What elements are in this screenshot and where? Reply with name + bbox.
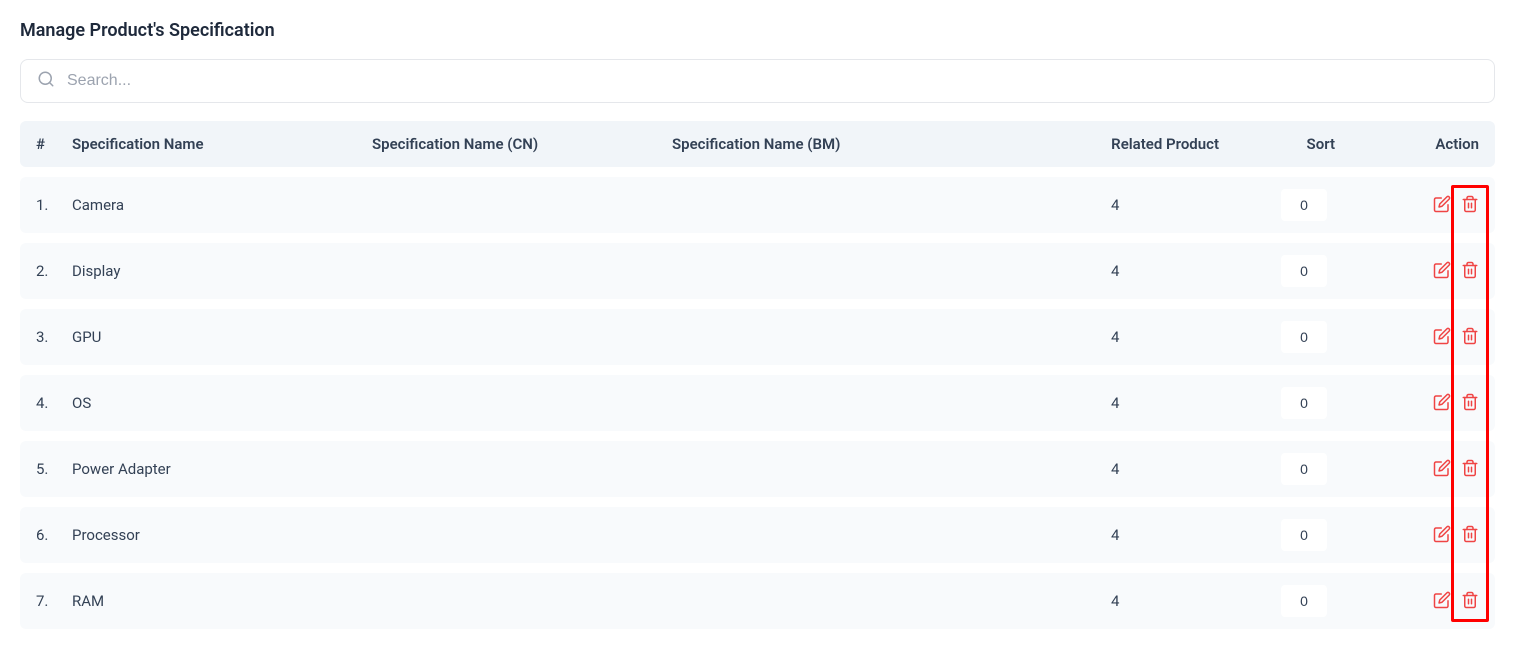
sort-input[interactable] <box>1281 387 1327 419</box>
delete-button[interactable] <box>1461 327 1479 348</box>
edit-button[interactable] <box>1433 459 1451 480</box>
row-index: 4. <box>36 394 72 412</box>
row-spec-name: OS <box>72 394 372 412</box>
trash-icon <box>1461 261 1479 282</box>
trash-icon <box>1461 591 1479 612</box>
delete-button[interactable] <box>1461 393 1479 414</box>
trash-icon <box>1461 195 1479 216</box>
edit-icon <box>1433 261 1451 282</box>
specification-table: # Specification Name Specification Name … <box>20 121 1495 629</box>
delete-button[interactable] <box>1461 459 1479 480</box>
col-header-sort: Sort <box>1219 135 1389 153</box>
row-related-product: 4 <box>1049 196 1219 214</box>
page-title: Manage Product's Specification <box>20 20 1495 41</box>
sort-input[interactable] <box>1281 453 1327 485</box>
sort-input[interactable] <box>1281 255 1327 287</box>
row-spec-name: Processor <box>72 526 372 544</box>
search-icon <box>37 70 55 92</box>
trash-icon <box>1461 393 1479 414</box>
edit-icon <box>1433 591 1451 612</box>
row-spec-name: GPU <box>72 328 372 346</box>
row-related-product: 4 <box>1049 394 1219 412</box>
delete-button[interactable] <box>1461 261 1479 282</box>
row-related-product: 4 <box>1049 460 1219 478</box>
delete-button[interactable] <box>1461 525 1479 546</box>
trash-icon <box>1461 525 1479 546</box>
trash-icon <box>1461 459 1479 480</box>
search-container <box>20 59 1495 103</box>
table-row: 4.OS 4 <box>20 375 1495 431</box>
col-header-name: Specification Name <box>72 135 372 153</box>
table-row: 2.Display 4 <box>20 243 1495 299</box>
row-index: 3. <box>36 328 72 346</box>
search-input[interactable] <box>67 72 1478 90</box>
edit-button[interactable] <box>1433 591 1451 612</box>
col-header-action: Action <box>1389 135 1479 153</box>
col-header-index: # <box>36 135 72 153</box>
row-index: 1. <box>36 196 72 214</box>
table-header: # Specification Name Specification Name … <box>20 121 1495 167</box>
delete-button[interactable] <box>1461 591 1479 612</box>
table-row: 1.Camera 4 <box>20 177 1495 233</box>
sort-input[interactable] <box>1281 189 1327 221</box>
edit-icon <box>1433 525 1451 546</box>
sort-input[interactable] <box>1281 321 1327 353</box>
table-row: 6.Processor 4 <box>20 507 1495 563</box>
row-spec-name: Display <box>72 262 372 280</box>
table-row: 7.RAM4 <box>20 573 1495 629</box>
col-header-name-bm: Specification Name (BM) <box>672 135 1049 153</box>
delete-button[interactable] <box>1461 195 1479 216</box>
sort-input[interactable] <box>1281 585 1327 617</box>
col-header-name-cn: Specification Name (CN) <box>372 135 672 153</box>
row-related-product: 4 <box>1049 328 1219 346</box>
edit-button[interactable] <box>1433 195 1451 216</box>
edit-button[interactable] <box>1433 261 1451 282</box>
edit-icon <box>1433 459 1451 480</box>
sort-input[interactable] <box>1281 519 1327 551</box>
row-related-product: 4 <box>1049 526 1219 544</box>
col-header-related: Related Product <box>1049 135 1219 153</box>
row-index: 6. <box>36 526 72 544</box>
table-row: 5.Power Adapter 4 <box>20 441 1495 497</box>
edit-button[interactable] <box>1433 525 1451 546</box>
trash-icon <box>1461 327 1479 348</box>
edit-button[interactable] <box>1433 393 1451 414</box>
edit-button[interactable] <box>1433 327 1451 348</box>
row-related-product: 4 <box>1049 262 1219 280</box>
row-spec-name: Camera <box>72 196 372 214</box>
row-index: 2. <box>36 262 72 280</box>
table-row: 3.GPU 4 <box>20 309 1495 365</box>
edit-icon <box>1433 327 1451 348</box>
edit-icon <box>1433 195 1451 216</box>
row-spec-name: Power Adapter <box>72 460 372 478</box>
row-index: 5. <box>36 460 72 478</box>
edit-icon <box>1433 393 1451 414</box>
